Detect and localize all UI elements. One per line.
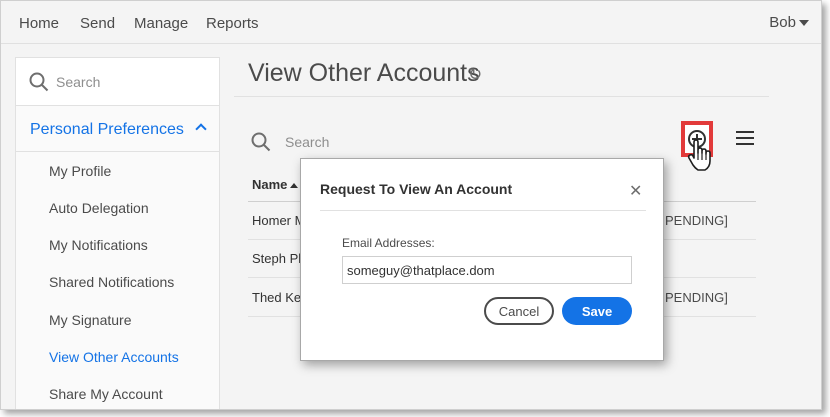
table-row-name[interactable]: Thed Ke (252, 290, 301, 305)
nav-manage[interactable]: Manage (134, 15, 188, 32)
sidebar-item-my-signature[interactable]: My Signature (49, 312, 131, 328)
divider (234, 96, 769, 97)
column-header-label: Name (252, 177, 288, 192)
main-search-input[interactable]: Search (285, 134, 329, 150)
sidebar-item-share-my-account[interactable]: Share My Account (49, 386, 163, 402)
cancel-button[interactable]: Cancel (484, 297, 554, 325)
search-icon (29, 72, 49, 92)
sort-ascending-icon (290, 183, 299, 189)
hand-pointer-icon (687, 139, 711, 171)
menu-bar (736, 137, 754, 139)
nav-send[interactable]: Send (80, 15, 115, 32)
nav-reports[interactable]: Reports (206, 15, 259, 32)
sidebar-search-placeholder: Search (56, 74, 101, 90)
top-nav: Home Send Manage Reports Bob (1, 1, 821, 44)
user-menu[interactable]: Bob (769, 14, 809, 31)
table-row-name[interactable]: Homer M (252, 213, 305, 228)
caret-down-icon (799, 20, 809, 27)
sidebar-item-my-profile[interactable]: My Profile (49, 163, 111, 179)
sidebar-item-auto-delegation[interactable]: Auto Delegation (49, 200, 149, 216)
refresh-icon[interactable]: ↻ (468, 65, 482, 85)
chevron-up-icon (195, 123, 207, 135)
sidebar-item-view-other-accounts[interactable]: View Other Accounts (49, 349, 179, 365)
hamburger-menu-icon[interactable] (736, 131, 754, 145)
column-header-name[interactable]: Name (252, 177, 299, 192)
request-view-account-dialog: Request To View An Account ✕ Email Addre… (300, 158, 664, 361)
search-icon (251, 132, 271, 152)
save-button[interactable]: Save (562, 297, 632, 325)
user-name: Bob (769, 14, 796, 31)
page-title: View Other Accounts (248, 59, 480, 87)
sidebar-section-personal-preferences[interactable]: Personal Preferences (16, 106, 219, 152)
dialog-title: Request To View An Account (320, 181, 513, 197)
table-row-status: PENDING] (665, 213, 728, 228)
email-addresses-label: Email Addresses: (342, 236, 435, 250)
nav-home[interactable]: Home (19, 15, 59, 32)
dialog-divider (320, 210, 646, 211)
sidebar: Search Personal Preferences My Profile A… (15, 57, 220, 409)
sidebar-search[interactable]: Search (16, 58, 219, 106)
menu-bar (736, 131, 754, 133)
menu-bar (736, 143, 754, 145)
table-row-status: PENDING] (665, 290, 728, 305)
sidebar-item-shared-notifications[interactable]: Shared Notifications (49, 274, 174, 290)
sidebar-item-my-notifications[interactable]: My Notifications (49, 237, 148, 253)
close-icon[interactable]: ✕ (629, 184, 642, 200)
table-row-name[interactable]: Steph Ph (252, 251, 306, 266)
email-addresses-input[interactable] (342, 256, 632, 284)
section-label: Personal Preferences (30, 121, 184, 138)
app-window: Home Send Manage Reports Bob Search Pers… (0, 0, 822, 410)
